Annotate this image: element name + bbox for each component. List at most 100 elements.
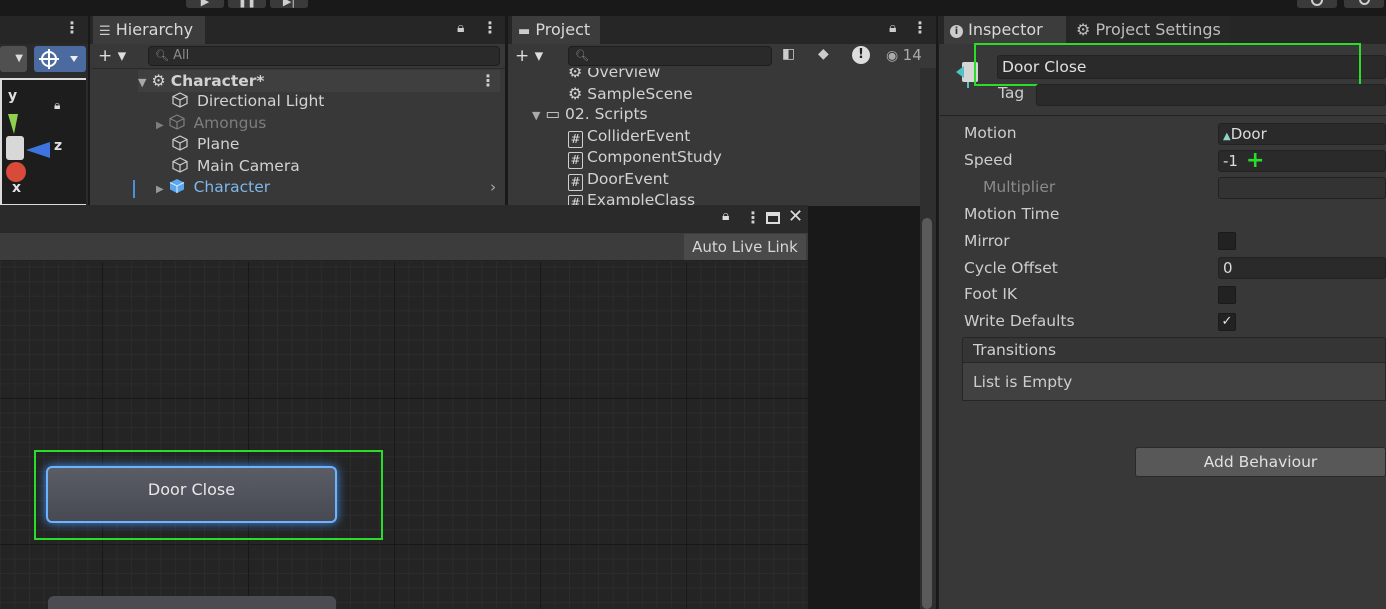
item-label: Character — [193, 178, 271, 196]
multiplier-field[interactable] — [1218, 177, 1386, 199]
tree-item-main-camera[interactable]: Main Camera — [172, 156, 300, 178]
animator-graph-canvas[interactable] — [0, 262, 808, 609]
scene-gizmo[interactable]: y z x 🔒︎ — [0, 78, 86, 206]
motion-time-label: Motion Time — [964, 205, 1060, 223]
step-button[interactable]: ▶| — [270, 0, 308, 8]
visibility-toggle[interactable]: ◉ 14 — [886, 46, 922, 64]
warning-icon[interactable]: ! — [852, 46, 870, 64]
speed-field[interactable]: -1 — [1218, 150, 1386, 172]
add-behaviour-button[interactable]: Add Behaviour — [1135, 447, 1386, 477]
tree-item-plane[interactable]: Plane — [172, 134, 239, 156]
write-defaults-checkbox[interactable]: ✓ — [1218, 313, 1236, 331]
item-label: ExampleClass — [587, 191, 696, 206]
play-button[interactable]: ▶ — [186, 0, 224, 8]
project-item-overview[interactable]: ⚙ Overview — [568, 68, 660, 83]
divider — [92, 68, 505, 69]
tree-item-directional-light[interactable]: Directional Light — [172, 91, 324, 113]
cycle-offset-label: Cycle Offset — [964, 259, 1058, 277]
scene-menu-icon[interactable]: ⋮ — [64, 18, 80, 37]
foot-ik-label: Foot IK — [964, 285, 1018, 303]
tab-inspector[interactable]: i Inspector — [944, 16, 1066, 44]
gizmo-pivot-dropdown[interactable] — [34, 46, 86, 72]
folder-open-icon: ▭ — [545, 105, 561, 123]
tag-field[interactable] — [1036, 84, 1386, 106]
project-tree: ⚙ Overview ⚙ SampleScene ▼ ▭ 02. Scripts… — [508, 68, 920, 206]
animation-clip-icon: ▲ — [1223, 131, 1231, 142]
hierarchy-lock-icon[interactable]: 🔒︎ — [457, 20, 464, 36]
state-node-partial[interactable] — [48, 596, 336, 609]
item-label: SampleScene — [587, 85, 693, 103]
foot-ik-checkbox[interactable] — [1218, 286, 1236, 304]
auto-live-link-button[interactable]: Auto Live Link — [684, 234, 806, 260]
motion-field[interactable]: ▲Door — [1218, 123, 1386, 145]
cycle-offset-field[interactable]: 0 — [1218, 257, 1386, 279]
mirror-checkbox[interactable] — [1218, 232, 1236, 250]
tab-hierarchy[interactable]: ☰ Hierarchy — [93, 16, 205, 44]
project-settings-tab-label: Project Settings — [1095, 20, 1221, 39]
project-item-samplescene[interactable]: ⚙ SampleScene — [568, 83, 693, 105]
hierarchy-add-button[interactable]: + ▾ — [98, 46, 126, 66]
tab-project-settings[interactable]: ⚙ Project Settings — [1070, 16, 1230, 44]
lock-icon[interactable]: 🔒︎ — [54, 98, 60, 113]
hierarchy-menu-icon[interactable]: ⋮ — [482, 18, 498, 37]
project-menu-icon[interactable]: ⋮ — [912, 18, 928, 37]
list-icon: ☰ — [99, 24, 111, 39]
item-label: Amongus — [193, 114, 267, 132]
tree-item-character[interactable]: ▶ Character › — [156, 177, 502, 199]
project-item-collider-event[interactable]: # ColliderEvent — [568, 126, 690, 148]
hierarchy-search-placeholder: All — [173, 48, 190, 63]
animator-menu-icon[interactable]: ⋮ — [745, 208, 761, 227]
item-label: ColliderEvent — [587, 127, 691, 145]
transitions-list: List is Empty — [962, 363, 1386, 401]
motion-label: Motion — [964, 124, 1017, 142]
project-lock-icon[interactable]: 🔒︎ — [889, 20, 896, 36]
scene-row-menu-icon[interactable]: ⋮ — [480, 70, 496, 92]
gizmo-z-label: z — [54, 138, 63, 154]
info-icon: i — [950, 25, 963, 38]
add-icon: + ▾ — [515, 46, 544, 66]
gear-icon: ⚙ — [1076, 20, 1091, 39]
speed-label: Speed — [964, 151, 1013, 169]
scrollbar-thumb[interactable] — [922, 218, 932, 609]
unity-scene-icon: ⚙ — [568, 68, 583, 81]
tree-row-scene[interactable]: ▼ ⚙ Character* ⋮ — [138, 70, 500, 92]
tool-handle-dropdown[interactable]: ▼ — [0, 46, 27, 72]
filter-type-icon[interactable]: ◧ — [782, 46, 795, 62]
item-label: ComponentStudy — [587, 148, 722, 166]
project-scrollbar[interactable] — [920, 68, 936, 609]
project-folder-scripts[interactable]: ▼ ▭ 02. Scripts — [532, 104, 648, 126]
hierarchy-search-input[interactable]: 🔍︎ All — [148, 46, 500, 66]
animator-lock-icon[interactable]: 🔒︎ — [722, 208, 729, 224]
cycle-offset-value: 0 — [1223, 259, 1233, 277]
project-item-component-study[interactable]: # ComponentStudy — [568, 147, 722, 169]
item-label: 02. Scripts — [565, 105, 648, 123]
maximize-icon[interactable] — [766, 212, 780, 224]
item-label: DoorEvent — [587, 170, 669, 188]
tree-item-amongus[interactable]: ▶ Amongus — [156, 113, 266, 135]
gizmo-y-label: y — [8, 88, 18, 104]
divider — [940, 115, 1386, 116]
expand-arrow-icon: ▶ — [156, 184, 164, 195]
step-icon: ▶| — [282, 0, 296, 8]
filter-label-icon[interactable]: ◆ — [818, 46, 829, 62]
account-button[interactable] — [1297, 0, 1337, 8]
project-item-example-class[interactable]: # ExampleClass — [568, 190, 695, 206]
list-empty-label: List is Empty — [973, 373, 1073, 391]
expand-arrow-icon: ▼ — [138, 76, 147, 89]
gameobject-icon — [172, 157, 188, 173]
cloud-icon — [1311, 0, 1323, 6]
project-search-input[interactable]: 🔍︎ — [568, 46, 772, 66]
chevron-right-icon[interactable]: › — [490, 177, 496, 199]
close-icon[interactable]: ✕ — [788, 206, 803, 227]
eye-icon: ◉ — [886, 48, 899, 64]
pause-icon: ❚❚ — [237, 0, 257, 8]
selection-marker — [133, 180, 135, 198]
project-item-door-event[interactable]: # DoorEvent — [568, 169, 669, 191]
gameobject-icon — [172, 135, 188, 151]
search-button[interactable] — [1344, 0, 1384, 8]
project-add-button[interactable]: + ▾ — [515, 46, 543, 66]
pause-button[interactable]: ❚❚ — [228, 0, 266, 8]
tab-project[interactable]: ▬ Project — [512, 16, 600, 44]
add-behaviour-label: Add Behaviour — [1203, 453, 1318, 471]
unity-scene-icon: ⚙ — [568, 84, 583, 103]
